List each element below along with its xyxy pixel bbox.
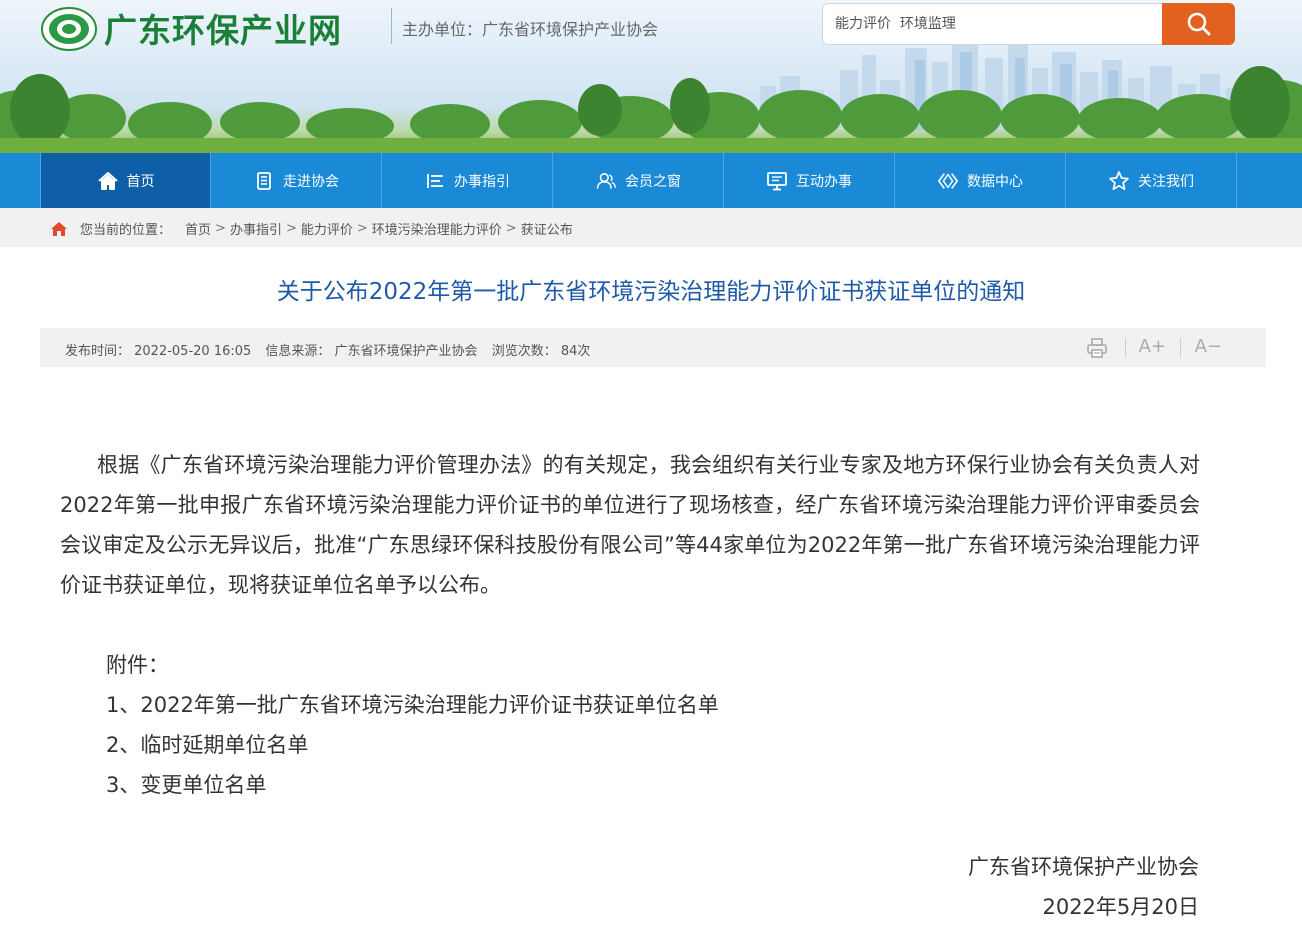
breadcrumb-separator: > (285, 221, 297, 236)
home-icon (50, 221, 68, 237)
breadcrumb-current[interactable]: 获证公布 (521, 219, 573, 238)
site-logo[interactable] (40, 6, 98, 52)
breadcrumb-pollution-control[interactable]: 环境污染治理能力评价 (372, 219, 502, 238)
article-title: 关于公布2022年第一批广东省环境污染治理能力评价证书获证单位的通知 (276, 279, 1026, 305)
nav-item-follow[interactable]: 关注我们 (1066, 153, 1237, 208)
breadcrumb-separator: > (215, 221, 226, 236)
logo-emblem-icon (41, 7, 97, 51)
breadcrumb-separator: > (505, 221, 517, 236)
tool-divider (1180, 338, 1181, 357)
article-body: 根据《广东省环境污染治理能力评价管理办法》的有关规定，我会组织有关行业专家及地方… (60, 453, 1200, 597)
members-icon (595, 170, 617, 192)
site-name[interactable]: 广东环保产业网 (104, 4, 342, 52)
nav-item-about[interactable]: 走进协会 (211, 153, 382, 208)
breadcrumb-separator: > (356, 221, 368, 236)
nav-item-label: 关注我们 (1138, 173, 1194, 190)
attachment-link[interactable]: 2、临时延期单位名单 (106, 725, 308, 765)
site-header: 广东环保产业网 主办单位：广东省环境保护产业协会 (0, 0, 1302, 153)
printer-icon (1087, 338, 1107, 358)
font-decrease-button[interactable]: A− (1195, 336, 1222, 357)
breadcrumb-lead: 您当前的位置： (80, 223, 172, 238)
nav-item-label: 互动办事 (796, 173, 852, 190)
nav-item-data[interactable]: 数据中心 (895, 153, 1066, 208)
search-input[interactable] (823, 4, 1163, 44)
article-meta: 发布时间： 2022-05-20 16:05 信息来源： 广东省环境保护产业协会… (65, 340, 600, 359)
header-divider (391, 8, 392, 44)
list-icon (424, 170, 446, 192)
publish-time: 发布时间： 2022-05-20 16:05 (65, 344, 252, 359)
nav-item-members[interactable]: 会员之窗 (553, 153, 724, 208)
search-icon (1187, 12, 1210, 36)
article-meta-bar: 发布时间： 2022-05-20 16:05 信息来源： 广东省环境保护产业协会… (40, 328, 1266, 367)
breadcrumb-capability[interactable]: 能力评价 (301, 219, 353, 238)
home-icon (97, 170, 119, 192)
nav-item-label: 数据中心 (967, 173, 1023, 190)
tool-divider (1125, 338, 1126, 357)
data-icon (937, 170, 959, 192)
breadcrumb-bar: 您当前的位置： 首页 > 办事指引 > 能力评价 > 环境污染治理能力评价 > … (0, 208, 1302, 247)
font-increase-button[interactable]: A+ (1139, 336, 1166, 357)
search-box (822, 3, 1163, 45)
monitor-icon (766, 170, 788, 192)
signature-date: 2022年5月20日 (1042, 895, 1199, 919)
search-button[interactable] (1162, 3, 1235, 45)
attachment-link[interactable]: 1、2022年第一批广东省环境污染治理能力评价证书获证单位名单 (106, 685, 719, 725)
nav-item-label: 办事指引 (454, 173, 510, 190)
view-count: 浏览次数： 84次 (491, 344, 591, 359)
nav-item-label: 走进协会 (283, 173, 339, 190)
breadcrumb-home[interactable]: 首页 (185, 219, 211, 238)
nav-item-interactive[interactable]: 互动办事 (724, 153, 895, 208)
document-icon (253, 170, 275, 192)
print-button[interactable] (1086, 337, 1108, 364)
star-icon (1108, 170, 1130, 192)
nav-item-home[interactable]: 首页 (40, 153, 211, 208)
nav-item-label: 首页 (126, 173, 155, 190)
attachments-label: 附件： (106, 653, 169, 677)
breadcrumb-guide[interactable]: 办事指引 (230, 219, 282, 238)
main-nav: 首页 走进协会 办事指引 会员之窗 互动办事 数据中心 关注我们 (0, 153, 1302, 208)
signature: 广东省环境保护产业协会 (968, 855, 1199, 879)
info-source: 信息来源： 广东省环境保护产业协会 (265, 344, 478, 359)
breadcrumb: 您当前的位置： 首页 > 办事指引 > 能力评价 > 环境污染治理能力评价 > … (50, 219, 573, 238)
nav-item-label: 会员之窗 (625, 173, 681, 190)
attachment-link[interactable]: 3、变更单位名单 (106, 765, 266, 805)
nav-item-guide[interactable]: 办事指引 (382, 153, 553, 208)
sponsor-text: 主办单位：广东省环境保护产业协会 (402, 20, 659, 39)
